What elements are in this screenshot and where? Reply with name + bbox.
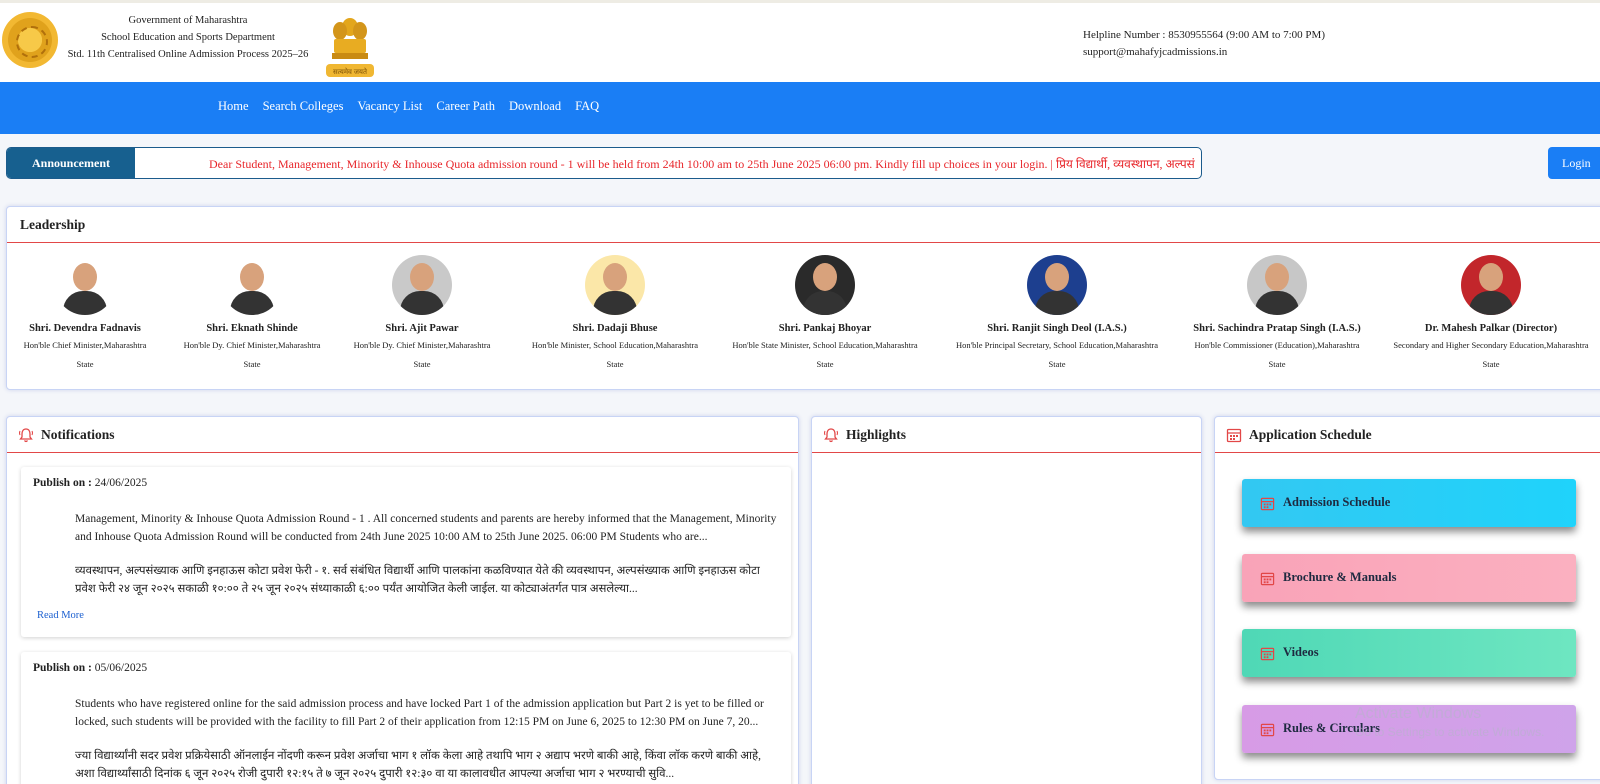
emblem-motto: सत्यमेव जयते	[333, 67, 368, 76]
leader-name: Shri. Ranjit Singh Deol (I.A.S.)	[987, 323, 1127, 334]
leader-card: Shri. Devendra Fadnavis Hon'ble Chief Mi…	[15, 255, 155, 374]
notifications-panel: Notifications Publish on : 24/06/2025 Ma…	[6, 416, 799, 784]
schedule-header: Application Schedule	[1215, 417, 1600, 453]
leader-card: Shri. Ranjit Singh Deol (I.A.S.) Hon'ble…	[935, 255, 1179, 374]
leader-photo	[1461, 255, 1521, 315]
rules-circulars-button[interactable]: Rules & Circulars	[1242, 705, 1576, 753]
leader-photo	[795, 255, 855, 315]
maharashtra-seal-logo	[2, 12, 58, 68]
calendar-icon	[1260, 647, 1275, 661]
notice-item-marathi: व्यवस्थापन, अल्पसंख्याक आणि इनहाऊस कोटा …	[75, 565, 760, 595]
leader-role: Hon'ble Commissioner (Education),Maharas…	[1194, 340, 1360, 369]
header-line-process: Std. 11th Centralised Online Admission P…	[67, 49, 309, 60]
announcement-label: Announcement	[7, 148, 135, 178]
header-line-government: Government of Maharashtra	[128, 15, 248, 26]
leader-photo	[55, 255, 115, 315]
application-schedule-panel: Application Schedule Admission Schedule …	[1214, 416, 1600, 780]
site-header: Government of Maharashtra School Educati…	[0, 0, 1600, 82]
leadership-title: Leadership	[20, 217, 86, 232]
leader-photo	[1247, 255, 1307, 315]
calendar-icon	[1260, 723, 1275, 737]
notice-item-english: Management, Minority & Inhouse Quota Adm…	[75, 513, 777, 543]
nav-download[interactable]: Download	[509, 99, 561, 114]
national-emblem-logo: सत्यमेव जयते	[326, 18, 374, 77]
leader-name: Shri. Ajit Pawar	[385, 323, 459, 334]
helpline-block: Helpline Number : 8530955564 (9:00 AM to…	[1083, 27, 1325, 61]
leader-role: Hon'ble State Minister, School Education…	[732, 340, 918, 369]
publish-date: Publish on : 24/06/2025	[33, 477, 148, 489]
nav-faq[interactable]: FAQ	[575, 99, 599, 114]
read-more-link[interactable]: Read More	[37, 610, 84, 621]
announcement-marquee[interactable]: Dear Student, Management, Minority & Inh…	[209, 155, 1201, 172]
highlights-title: Highlights	[846, 427, 907, 442]
header-title-block: Government of Maharashtra School Educati…	[62, 12, 314, 63]
admission-schedule-button[interactable]: Admission Schedule	[1242, 479, 1576, 527]
calendar-icon	[1260, 497, 1275, 511]
leader-role: Hon'ble Dy. Chief Minister,Maharashtra St…	[183, 340, 321, 369]
section-divider	[7, 242, 1600, 243]
login-button[interactable]: Login	[1548, 147, 1600, 179]
helpline-number: Helpline Number : 8530955564 (9:00 AM to…	[1083, 29, 1325, 41]
button-label: Videos	[1283, 645, 1319, 659]
highlights-header: Highlights	[812, 417, 1201, 453]
nav-career-path[interactable]: Career Path	[436, 99, 495, 114]
button-label: Admission Schedule	[1283, 495, 1391, 509]
leader-role: Hon'ble Minister, School Education,Mahar…	[531, 340, 699, 369]
notice-card: Publish on : 05/06/2025 Students who hav…	[21, 652, 791, 784]
notifications-header: Notifications	[7, 417, 798, 453]
leader-name: Shri. Dadaji Bhuse	[572, 323, 658, 334]
brochure-manuals-button[interactable]: Brochure & Manuals	[1242, 554, 1576, 602]
support-email[interactable]: support@mahafyjcadmissions.in	[1083, 44, 1325, 61]
leader-role: Hon'ble Dy. Chief Minister,Maharashtra St…	[353, 340, 491, 369]
notice-item-english: Students who have registered online for …	[75, 698, 764, 728]
bell-icon	[824, 428, 838, 443]
leadership-section: Leadership Shri. Devendra Fadnavis Hon'b…	[6, 206, 1600, 390]
notice-card: Publish on : 24/06/2025 Management, Mino…	[21, 467, 791, 637]
main-navbar: Home Search Colleges Vacancy List Career…	[0, 82, 1600, 134]
notifications-title: Notifications	[41, 427, 115, 442]
notice-list: व्यवस्थापन, अल्पसंख्याक आणि इनहाऊस कोटा …	[75, 563, 780, 598]
button-label: Rules & Circulars	[1283, 721, 1380, 735]
leader-role: Hon'ble Principal Secretary, School Educ…	[955, 340, 1159, 369]
notice-item-marathi: ज्या विद्यार्थ्यांनी सदर प्रवेश प्रक्रिय…	[75, 750, 761, 780]
leader-name: Shri. Devendra Fadnavis	[29, 323, 141, 334]
header-line-department: School Education and Sports Department	[101, 32, 275, 43]
nav-home[interactable]: Home	[218, 99, 249, 114]
leader-card: Dr. Mahesh Palkar (Director) Secondary a…	[1375, 255, 1600, 374]
bell-icon	[19, 428, 33, 443]
leader-card: Shri. Sachindra Pratap Singh (I.A.S.) Ho…	[1179, 255, 1375, 374]
leader-card: Shri. Pankaj Bhoyar Hon'ble State Minist…	[717, 255, 933, 374]
nav-vacancy-list[interactable]: Vacancy List	[357, 99, 422, 114]
leader-name: Shri. Eknath Shinde	[206, 323, 298, 334]
calendar-icon	[1226, 428, 1242, 443]
leader-photo	[1027, 255, 1087, 315]
notice-list: ज्या विद्यार्थ्यांनी सदर प्रवेश प्रक्रिय…	[75, 748, 780, 783]
leader-name: Shri. Pankaj Bhoyar	[778, 323, 872, 334]
leader-photo	[585, 255, 645, 315]
leader-card: Shri. Eknath Shinde Hon'ble Dy. Chief Mi…	[167, 255, 337, 374]
announcement-bar: Announcement Dear Student, Management, M…	[6, 147, 1202, 179]
leader-name: Shri. Sachindra Pratap Singh (I.A.S.)	[1193, 323, 1361, 334]
schedule-title: Application Schedule	[1249, 427, 1372, 442]
publish-date: Publish on : 05/06/2025	[33, 662, 148, 674]
leader-photo	[392, 255, 452, 315]
leader-role: Hon'ble Chief Minister,Maharashtra State	[23, 340, 147, 369]
leader-role: Secondary and Higher Secondary Education…	[1393, 340, 1589, 369]
button-label: Brochure & Manuals	[1283, 570, 1397, 584]
notice-list: Students who have registered online for …	[75, 696, 780, 731]
videos-button[interactable]: Videos	[1242, 629, 1576, 677]
leader-photo	[222, 255, 282, 315]
nav-search-colleges[interactable]: Search Colleges	[263, 99, 344, 114]
leader-card: Shri. Dadaji Bhuse Hon'ble Minister, Sch…	[515, 255, 715, 374]
leader-card: Shri. Ajit Pawar Hon'ble Dy. Chief Minis…	[337, 255, 507, 374]
calendar-icon	[1260, 572, 1275, 586]
leader-name: Dr. Mahesh Palkar (Director)	[1424, 323, 1558, 334]
notice-list: Management, Minority & Inhouse Quota Adm…	[75, 511, 780, 546]
highlights-panel: Highlights	[811, 416, 1202, 784]
